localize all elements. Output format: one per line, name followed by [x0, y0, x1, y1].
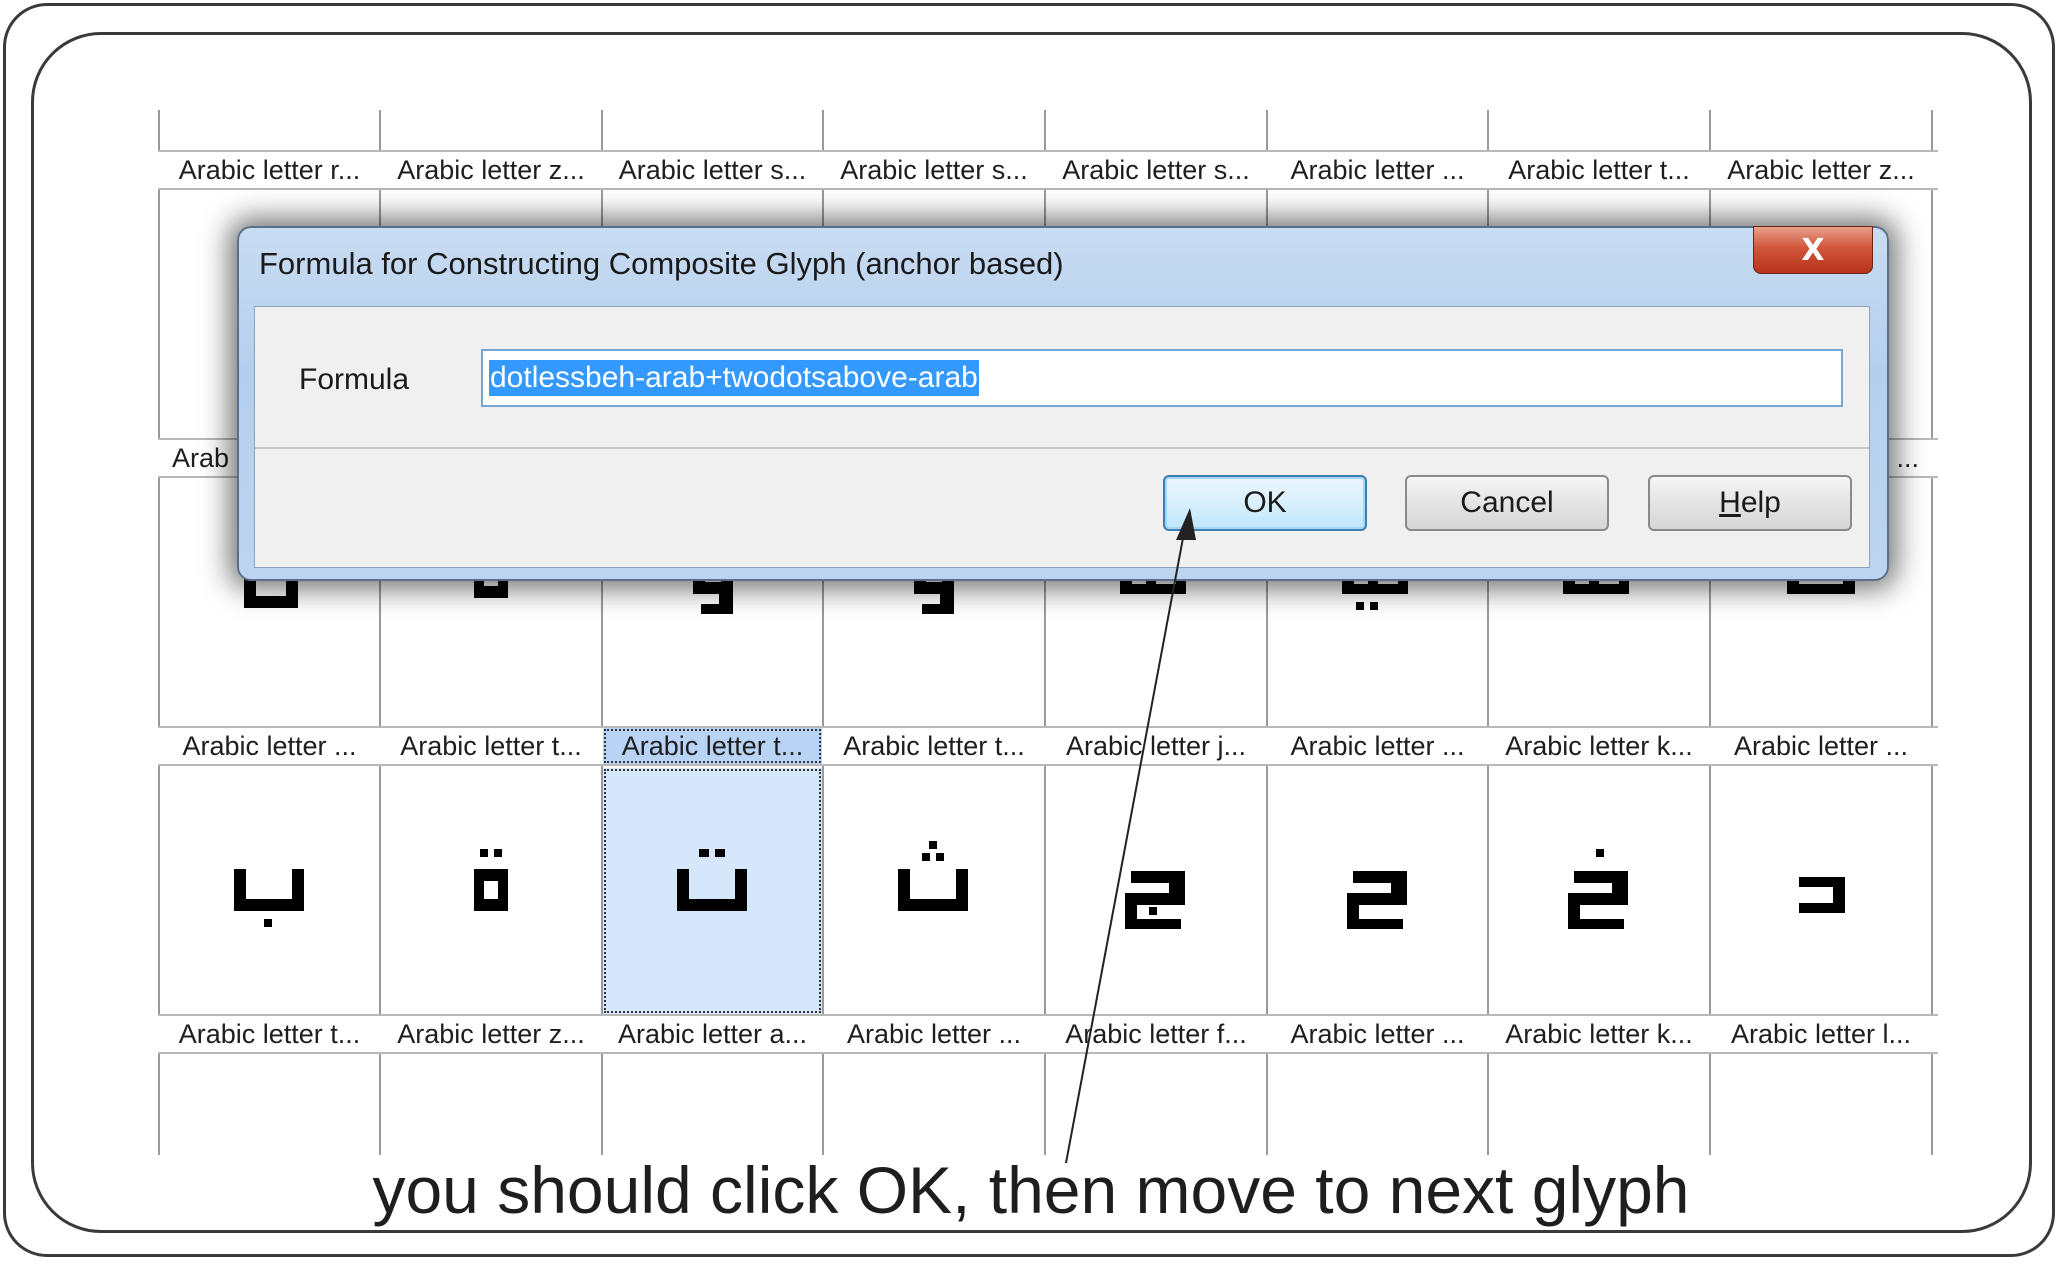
help-mnemonic: H	[1719, 486, 1741, 519]
close-icon: X	[1801, 232, 1825, 268]
glyph-label[interactable]: Arabic letter ...	[1711, 728, 1931, 764]
glyph-label[interactable]: Arabic letter z...	[381, 1016, 601, 1052]
glyph-label[interactable]: Arabic letter ...	[1268, 1016, 1487, 1052]
cancel-button-label: Cancel	[1460, 486, 1554, 519]
glyph-label[interactable]: Arabic letter a...	[603, 1016, 822, 1052]
grid-column-line	[1931, 110, 1933, 1155]
glyph-label[interactable]: Arabic letter t...	[160, 1016, 379, 1052]
help-button[interactable]: Help	[1648, 475, 1852, 531]
glyph-teh	[676, 849, 747, 911]
glyph-label-selected[interactable]: Arabic letter t...	[603, 728, 822, 764]
composite-glyph-dialog: Formula for Constructing Composite Glyph…	[237, 226, 1889, 581]
glyph-hah	[1346, 871, 1407, 929]
formula-input[interactable]: dotlessbeh-arab+twodotsabove-arab	[481, 349, 1843, 407]
glyph-label[interactable]: Arabic letter l...	[1711, 1016, 1931, 1052]
glyph-cell[interactable]	[381, 768, 601, 1014]
glyph-label[interactable]: Arabic letter ...	[824, 1016, 1044, 1052]
help-label-rest: elp	[1740, 486, 1781, 519]
glyph-label[interactable]: Arabic letter r...	[160, 152, 379, 188]
dialog-title: Formula for Constructing Composite Glyph…	[259, 246, 1064, 281]
glyph-cell[interactable]	[160, 768, 379, 1014]
formula-selected-text: dotlessbeh-arab+twodotsabove-arab	[489, 360, 979, 396]
glyph-cell[interactable]	[1489, 768, 1709, 1014]
glyph-cell[interactable]	[1711, 768, 1931, 1014]
glyph-label-row: Arabic letter t... Arabic letter z... Ar…	[158, 1014, 1938, 1054]
help-button-label: Help	[1719, 486, 1781, 520]
glyph-label[interactable]: Arabic letter s...	[603, 152, 822, 188]
glyph-label[interactable]: Arabic letter z...	[1711, 152, 1931, 188]
glyph-cell[interactable]	[824, 768, 1044, 1014]
glyph-label[interactable]: Arabic letter j...	[1046, 728, 1266, 764]
ok-button[interactable]: OK	[1163, 475, 1367, 531]
glyph-label-row: Arabic letter r... Arabic letter z... Ar…	[158, 150, 1938, 190]
dialog-divider	[255, 447, 1869, 449]
glyph-label[interactable]: Arabic letter t...	[824, 728, 1044, 764]
formula-label: Formula	[299, 363, 410, 396]
glyph-label[interactable]: Arabic letter t...	[381, 728, 601, 764]
dialog-body: Formula dotlessbeh-arab+twodotsabove-ara…	[254, 306, 1870, 568]
close-button[interactable]: X	[1753, 226, 1873, 274]
glyph-label[interactable]: Arabic letter ...	[1268, 728, 1487, 764]
glyph-cell[interactable]	[1046, 768, 1266, 1014]
glyph-label[interactable]: Arabic letter z...	[381, 152, 601, 188]
glyph-theh	[898, 841, 968, 911]
glyph-dal	[1799, 877, 1845, 913]
glyph-beh	[233, 869, 304, 927]
annotation-caption: you should click OK, then move to next g…	[372, 1153, 1690, 1227]
glyph-jeem	[1125, 871, 1185, 929]
glyph-label-row: Arabic letter ... Arabic letter t... Ara…	[158, 726, 1938, 766]
glyph-khah	[1568, 849, 1628, 929]
cancel-button[interactable]: Cancel	[1405, 475, 1609, 531]
glyph-cell-selected[interactable]	[603, 768, 822, 1014]
glyph-teh-marbuta	[474, 849, 508, 911]
glyph-label[interactable]: Arabic letter f...	[1046, 1016, 1266, 1052]
glyph-label[interactable]: Arabic letter s...	[824, 152, 1044, 188]
glyph-label[interactable]: Arabic letter ...	[1268, 152, 1487, 188]
glyph-cell[interactable]	[1268, 768, 1487, 1014]
ok-button-label: OK	[1243, 486, 1287, 519]
glyph-label[interactable]: Arabic letter k...	[1489, 728, 1709, 764]
glyph-label[interactable]: Arabic letter t...	[1489, 152, 1709, 188]
glyph-label[interactable]: Arabic letter ...	[160, 728, 379, 764]
glyph-label[interactable]: Arabic letter s...	[1046, 152, 1266, 188]
glyph-label[interactable]: Arabic letter k...	[1489, 1016, 1709, 1052]
